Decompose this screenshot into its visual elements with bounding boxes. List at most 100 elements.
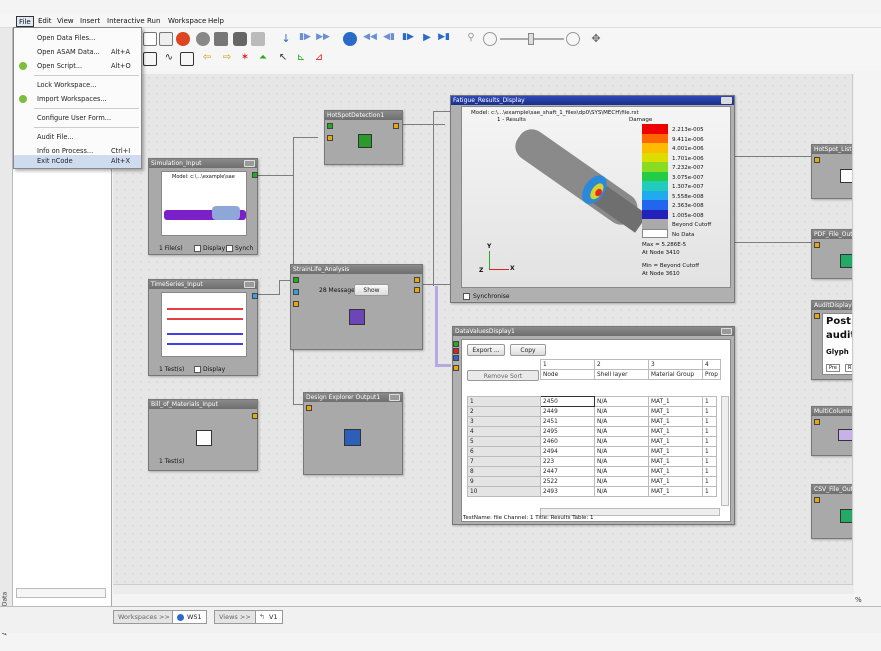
node-csv-output[interactable]: CSV_File_Outpu xyxy=(811,484,854,539)
rewind-icon[interactable]: ◀◀ xyxy=(363,32,377,46)
output-port[interactable] xyxy=(393,123,399,129)
row-header[interactable]: 9 xyxy=(467,476,541,487)
table-row[interactable]: 1 2450 N/A MAT_1 1 xyxy=(467,396,717,407)
close-icon[interactable] xyxy=(721,97,732,104)
table-cell[interactable]: 1 xyxy=(702,486,717,497)
input-port[interactable] xyxy=(306,405,312,411)
row-header[interactable]: 3 xyxy=(467,416,541,427)
tab-workspaces[interactable]: Workspaces >> xyxy=(113,610,175,624)
row-header[interactable]: 10 xyxy=(467,486,541,497)
peak-icon[interactable]: ⏶ xyxy=(256,52,270,66)
run-icon[interactable] xyxy=(343,32,357,46)
node-timeseries-input[interactable]: TimeSeries_Input 1 Test(s) Display xyxy=(148,279,258,376)
node-multicolumn-file[interactable]: MultiColumnFile xyxy=(811,406,854,456)
tab-ws1[interactable]: WS1 xyxy=(172,610,207,624)
table-cell[interactable]: 1 xyxy=(702,476,717,487)
end-icon[interactable]: ▶▮ xyxy=(437,32,451,46)
table-row[interactable]: 10 2493 N/A MAT_1 1 xyxy=(467,486,717,497)
node-hotspot-detection[interactable]: HotSpotDetection1 xyxy=(324,110,403,165)
table-cell[interactable]: N/A xyxy=(594,476,649,487)
table-cell[interactable]: MAT_1 xyxy=(648,406,703,417)
menu-run[interactable]: Run xyxy=(145,16,162,27)
close-icon[interactable] xyxy=(244,281,255,288)
menu-help[interactable]: Help xyxy=(206,16,226,27)
copy-button[interactable]: Copy xyxy=(510,344,546,356)
canvas-horizontal-scrollbar[interactable] xyxy=(113,584,853,594)
canvas-vertical-scrollbar[interactable] xyxy=(852,74,854,594)
input-port[interactable] xyxy=(453,355,459,361)
axis-icon[interactable]: ⊾ xyxy=(294,52,308,66)
table-cell[interactable]: N/A xyxy=(594,396,649,407)
node-hotspot-list[interactable]: HotSpot_List_C xyxy=(811,144,854,199)
export-button[interactable]: Export ... xyxy=(467,344,505,356)
settings-icon[interactable] xyxy=(196,32,210,46)
gear-icon[interactable] xyxy=(233,32,247,46)
input-port[interactable] xyxy=(814,157,820,163)
table-cell[interactable]: 2450 xyxy=(540,396,595,407)
arrow-down-icon[interactable]: ↓ xyxy=(279,32,293,46)
row-header[interactable]: 4 xyxy=(467,426,541,437)
input-port[interactable] xyxy=(814,313,820,319)
table-cell[interactable]: MAT_1 xyxy=(648,456,703,467)
chart-icon[interactable]: ∿ xyxy=(162,52,176,66)
zoom-slider-thumb[interactable] xyxy=(528,33,534,45)
input-port[interactable] xyxy=(453,365,459,371)
table-icon[interactable] xyxy=(180,52,194,66)
copy-icon[interactable] xyxy=(143,32,157,46)
output-port[interactable] xyxy=(252,413,258,419)
table-cell[interactable]: 2447 xyxy=(540,466,595,477)
table-cell[interactable]: 1 xyxy=(702,416,717,427)
table-cell[interactable]: 2451 xyxy=(540,416,595,427)
table-cell[interactable]: N/A xyxy=(594,446,649,457)
synch-checkbox[interactable] xyxy=(226,245,233,252)
table-cell[interactable]: 2493 xyxy=(540,486,595,497)
row-header[interactable]: 5 xyxy=(467,436,541,447)
table-row[interactable]: 2 2449 N/A MAT_1 1 xyxy=(467,406,717,417)
output-port[interactable] xyxy=(414,277,420,283)
table-cell[interactable]: 2460 xyxy=(540,436,595,447)
menu-item-import-workspaces[interactable]: Import Workspaces... xyxy=(14,92,141,106)
grid-icon[interactable] xyxy=(143,52,157,66)
tab-pre[interactable]: Pre xyxy=(826,364,840,372)
input-port[interactable] xyxy=(293,277,299,283)
table-cell[interactable]: 2495 xyxy=(540,426,595,437)
input-port[interactable] xyxy=(327,135,333,141)
table-cell[interactable]: 1 xyxy=(702,436,717,447)
tab-v1[interactable]: ↰ V1 xyxy=(255,610,283,624)
node-bom-input[interactable]: Bill_of_Materials_Input 1 Test(s) xyxy=(148,399,258,471)
zoom-in-icon[interactable] xyxy=(566,32,580,46)
menu-workspace[interactable]: Workspace xyxy=(166,16,208,27)
table-row[interactable]: 5 2460 N/A MAT_1 1 xyxy=(467,436,717,447)
step-forward-icon[interactable]: ▮▶ xyxy=(298,32,312,46)
table-cell[interactable]: MAT_1 xyxy=(648,486,703,497)
step-back-icon[interactable]: ◀▮ xyxy=(382,32,396,46)
table-cell[interactable]: N/A xyxy=(594,426,649,437)
table-cell[interactable]: MAT_1 xyxy=(648,416,703,427)
input-port[interactable] xyxy=(814,242,820,248)
table-cell[interactable]: MAT_1 xyxy=(648,466,703,477)
close-icon[interactable] xyxy=(721,328,732,335)
table-cell[interactable]: N/A xyxy=(594,406,649,417)
arrow-left-icon[interactable]: ⇦ xyxy=(200,52,214,66)
row-header[interactable]: 1 xyxy=(467,396,541,407)
fatigue-viewport[interactable]: Model: c:\...\example\sae_shaft_1_files\… xyxy=(461,106,731,288)
table-row[interactable]: 3 2451 N/A MAT_1 1 xyxy=(467,416,717,427)
table-cell[interactable]: N/A xyxy=(594,436,649,447)
table-cell[interactable]: 2449 xyxy=(540,406,595,417)
menu-interactive[interactable]: Interactive xyxy=(105,16,147,27)
table-cell[interactable]: 2522 xyxy=(540,476,595,487)
synchronise-checkbox[interactable] xyxy=(463,293,470,300)
menu-item-configure-user-form[interactable]: Configure User Form... xyxy=(14,111,141,125)
table-cell[interactable]: 1 xyxy=(702,456,717,467)
table-cell[interactable]: MAT_1 xyxy=(648,396,703,407)
table-vertical-scrollbar[interactable] xyxy=(721,396,729,506)
tab-views[interactable]: Views >> xyxy=(214,610,256,624)
cursor-icon[interactable]: ↖ xyxy=(276,52,290,66)
output-port[interactable] xyxy=(252,293,258,299)
node-simulation-input[interactable]: Simulation_Input Model: c:\...\example\s… xyxy=(148,158,258,255)
menu-file[interactable]: File xyxy=(16,16,34,27)
table-cell[interactable]: MAT_1 xyxy=(648,446,703,457)
menu-insert[interactable]: Insert xyxy=(78,16,102,27)
zoom-out-icon[interactable] xyxy=(483,32,497,46)
input-port[interactable] xyxy=(814,497,820,503)
